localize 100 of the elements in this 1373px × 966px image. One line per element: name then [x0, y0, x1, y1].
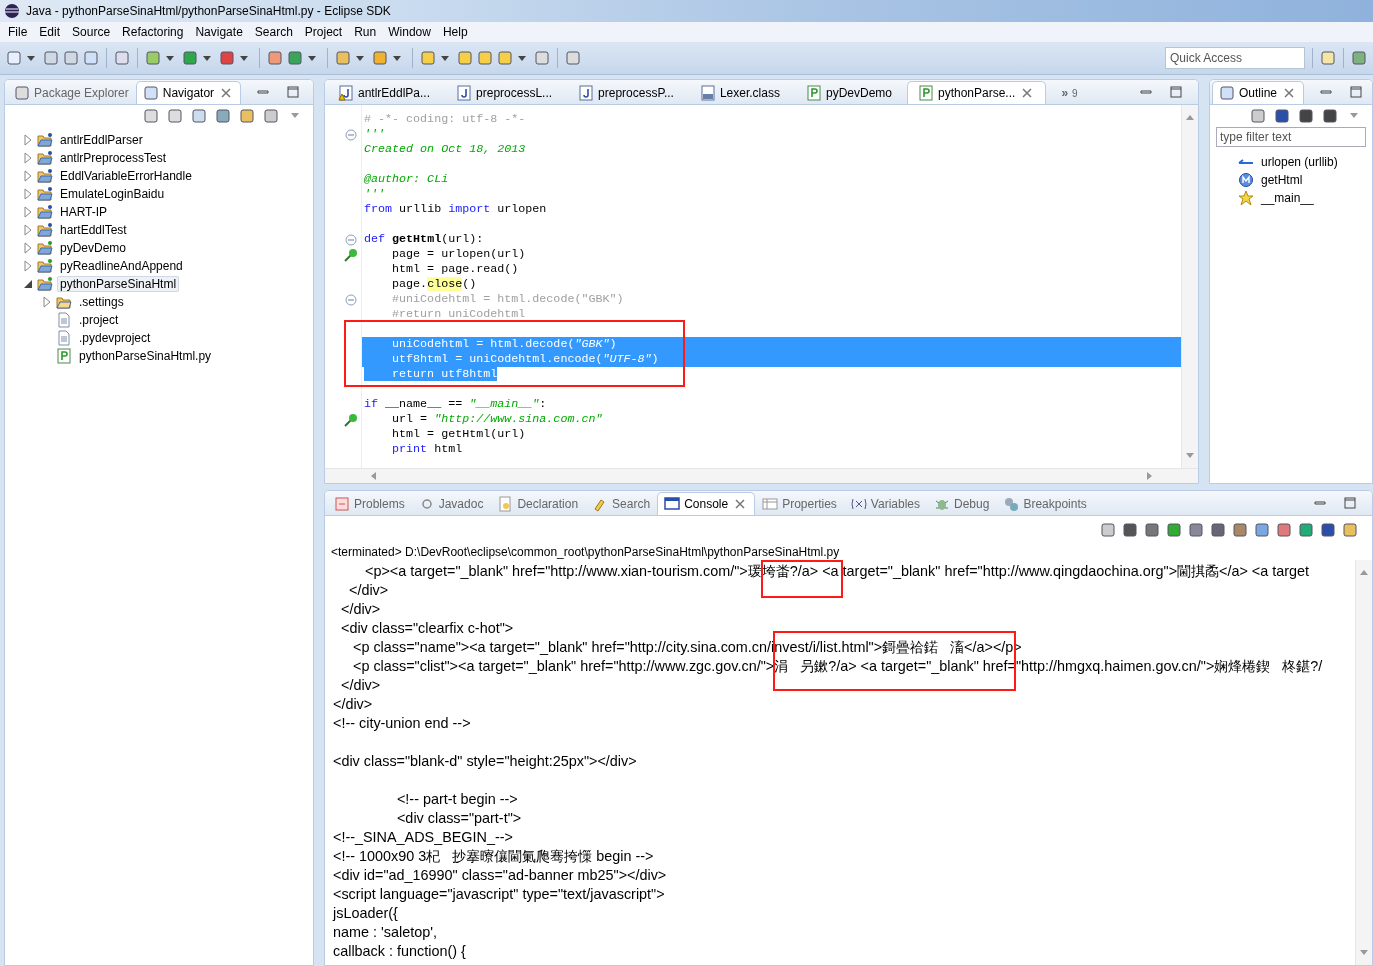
view-tab[interactable]: Debug — [927, 492, 997, 515]
toolbar-icon[interactable] — [1298, 108, 1314, 124]
view-tab[interactable]: Search — [585, 492, 658, 515]
console-status: <terminated> D:\DevRoot\eclipse\common_root\pythonParseSinaHtml\pythonParseSinaHtml.py — [330, 544, 841, 560]
outline-item[interactable]: getHtml — [1258, 172, 1306, 188]
maximize-icon[interactable] — [1168, 84, 1184, 100]
menu-item[interactable]: Refactoring — [116, 25, 190, 39]
menu-item[interactable]: Help — [436, 25, 474, 39]
fold-icon[interactable] — [343, 231, 359, 248]
tree-item[interactable]: .project — [76, 312, 122, 328]
console-line: name : 'saletop', — [333, 923, 438, 942]
toolbar-icon[interactable] — [1232, 522, 1248, 538]
toolbar-icon[interactable] — [1210, 522, 1226, 538]
monitor-icon — [664, 496, 681, 512]
view-tab[interactable]: Breakpoints — [996, 492, 1094, 515]
view-tab[interactable]: Properties — [755, 492, 844, 515]
brackets-icon — [850, 496, 867, 512]
toolbar-icon[interactable] — [182, 50, 198, 66]
java-file-icon — [578, 85, 595, 101]
tree-item[interactable]: pyDevDemo — [57, 240, 130, 256]
code-line: url = "http://www.sina.com.cn" — [391, 412, 604, 427]
console-line: </div> — [340, 600, 382, 619]
editor-tab[interactable]: pythonParse... — [907, 81, 1047, 104]
tree-item[interactable]: antlrEddlParser — [57, 132, 146, 148]
code-line: page.close() — [391, 277, 478, 292]
tree-item[interactable]: antlrPreprocessTest — [57, 150, 170, 166]
code-line: Created on Oct 18, 2013 — [363, 142, 527, 157]
file-icon — [56, 330, 72, 346]
project-folder-icon — [37, 204, 53, 220]
fold-icon[interactable] — [343, 291, 359, 308]
toolbar-icon[interactable] — [1254, 522, 1270, 538]
maximize-icon[interactable] — [285, 84, 302, 100]
tree-item[interactable]: EddlVariableErrorHandle — [57, 168, 195, 184]
pin-icon — [343, 411, 359, 428]
view-tab[interactable]: Declaration — [490, 492, 586, 515]
tree-item[interactable]: hartEddlTest — [57, 222, 130, 238]
view-tab[interactable]: Console — [657, 492, 756, 515]
editor-tab[interactable]: antlrEddlPa... — [327, 81, 442, 104]
menu-item[interactable]: Navigate — [189, 25, 249, 39]
toolbar-icon[interactable] — [1166, 522, 1182, 538]
menu-item[interactable]: Edit — [33, 25, 67, 39]
code-line: print html — [391, 442, 464, 457]
project-folder-icon — [37, 258, 53, 274]
toolbar-icon[interactable] — [1276, 522, 1292, 538]
editor-tab[interactable]: Lexer.class — [688, 81, 791, 104]
view-tab[interactable]: Javadoc — [411, 492, 491, 515]
app-logo-icon — [4, 3, 20, 19]
console-line: </div> — [340, 676, 382, 695]
view-tab[interactable]: Navigator — [135, 81, 242, 104]
toolbar-icon[interactable] — [215, 108, 231, 124]
console-line: <!-- part-t begin --> — [395, 790, 519, 809]
view-tab[interactable]: Problems — [327, 492, 412, 515]
tree-item[interactable]: pyReadlineAndAppend — [57, 258, 186, 274]
tree-item[interactable]: .settings — [76, 294, 127, 310]
menu-item[interactable]: Window — [382, 25, 437, 39]
toolbar-icon[interactable] — [287, 50, 303, 66]
tree-item[interactable]: HART-IP — [57, 204, 111, 220]
toolbar-icon[interactable] — [1144, 522, 1160, 538]
console-line: <div class="blank-d" style="height:25px"></div> — [333, 752, 638, 771]
toolbar-icon[interactable] — [239, 108, 255, 124]
view-tab[interactable]: Variables — [843, 492, 927, 515]
code-line: ''' — [363, 127, 387, 142]
outline-item[interactable]: urlopen (urllib) — [1258, 154, 1341, 170]
pin-icon — [343, 246, 359, 263]
outline-item[interactable]: __main__ — [1258, 190, 1317, 206]
toolbar-icon[interactable] — [1342, 522, 1358, 538]
dots-icon — [1003, 496, 1020, 512]
toolbar-icon[interactable] — [1298, 522, 1314, 538]
tree-item[interactable]: .pydevproject — [76, 330, 154, 346]
code-line: from urllib import urlopen — [363, 202, 548, 217]
toolbar-icon[interactable] — [1122, 522, 1138, 538]
toolbar-icon[interactable] — [1188, 522, 1204, 538]
java-file-icon — [456, 85, 473, 101]
tab-icon — [142, 85, 159, 101]
menu-item[interactable]: Search — [248, 25, 299, 39]
fold-icon[interactable] — [343, 126, 359, 143]
filter-field[interactable]: type filter text — [1216, 127, 1366, 147]
view-tab[interactable]: Outline — [1212, 81, 1305, 104]
toolbar-icon[interactable] — [1274, 108, 1290, 124]
editor-tab[interactable]: pyDevDemo — [794, 81, 903, 104]
toolbar-icon[interactable] — [1320, 522, 1336, 538]
maximize-icon[interactable] — [1348, 84, 1365, 100]
tree-item[interactable]: pythonParseSinaHtml.py — [76, 348, 215, 364]
maximize-icon[interactable] — [1342, 495, 1358, 511]
menu-item[interactable]: Source — [66, 25, 117, 39]
tree-item[interactable]: pythonParseSinaHtml — [57, 276, 180, 292]
menu-item[interactable]: Project — [298, 25, 349, 39]
menu-item[interactable]: Run — [348, 25, 383, 39]
toolbar-icon[interactable] — [1322, 108, 1338, 124]
toolbar-icon[interactable] — [219, 50, 235, 66]
file-icon — [56, 312, 72, 328]
method-icon — [1238, 172, 1254, 188]
view-tab[interactable]: Package Explorer — [7, 81, 136, 104]
console-line: </div> — [333, 695, 374, 714]
document-icon — [497, 496, 514, 512]
menu-item[interactable]: File — [2, 25, 34, 39]
tree-item[interactable]: EmulateLoginBaidu — [57, 186, 168, 202]
quick-access-field[interactable]: Quick Access — [1165, 47, 1305, 69]
editor-tab[interactable]: preprocessL... — [445, 81, 564, 104]
editor-tab[interactable]: preprocessP... — [567, 81, 685, 104]
